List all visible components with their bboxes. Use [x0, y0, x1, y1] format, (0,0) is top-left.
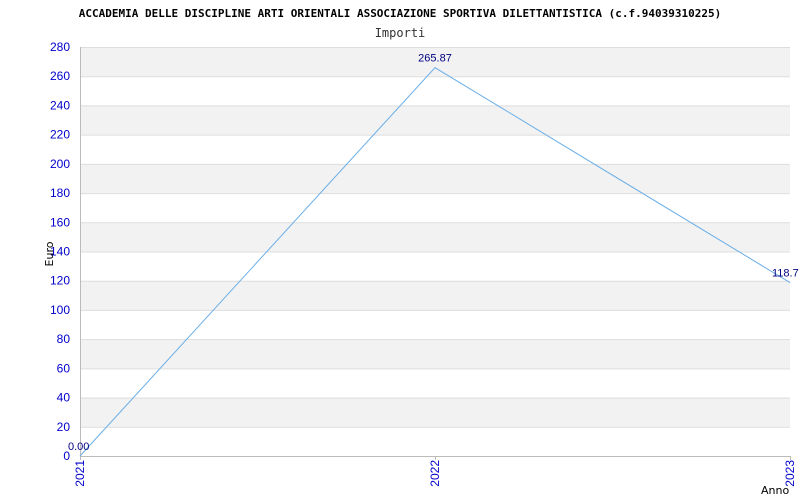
grid-band [80, 76, 790, 106]
grid-band [80, 426, 790, 456]
y-tick-label: 80 [57, 332, 71, 346]
x-axis-label: Anno [761, 484, 789, 497]
x-tick-label: 2022 [428, 460, 442, 487]
data-label: 0.00 [68, 441, 89, 453]
data-label: 265.87 [418, 53, 452, 65]
y-axis-label: Euro [43, 241, 56, 266]
grid-band [80, 134, 790, 164]
x-tick-label: 2021 [73, 460, 87, 487]
grid-band [80, 309, 790, 340]
y-tick-label: 20 [57, 420, 71, 434]
grid-band [80, 397, 790, 427]
y-tick-label: 240 [50, 98, 70, 112]
y-tick-label: 220 [50, 128, 70, 142]
x-tick-labels: 2021 2022 2023 [73, 460, 797, 487]
y-tick-label: 280 [50, 40, 70, 54]
y-tick-label: 100 [50, 303, 70, 317]
y-tick-label: 120 [50, 274, 70, 288]
y-tick-label: 40 [57, 391, 71, 405]
x-tick-label: 2023 [783, 460, 797, 487]
grid-band [80, 251, 790, 281]
grid-band [80, 339, 790, 369]
grid-band [80, 368, 790, 398]
grid-band [80, 280, 790, 310]
grid-band [80, 222, 790, 252]
y-tick-label: 200 [50, 157, 70, 171]
line-chart: 020406080100120140160180200220240260280 … [43, 7, 799, 497]
y-tick-label: 180 [50, 186, 70, 200]
y-tick-label: 60 [57, 361, 71, 375]
grid-band [80, 105, 790, 135]
y-tick-label: 260 [50, 69, 70, 83]
chart-subtitle: Importi [375, 26, 426, 40]
data-label: 118.7 [772, 268, 799, 280]
grid-band [80, 163, 790, 194]
chart-title: ACCADEMIA DELLE DISCIPLINE ARTI ORIENTAL… [79, 7, 721, 20]
y-tick-label: 160 [50, 215, 70, 229]
